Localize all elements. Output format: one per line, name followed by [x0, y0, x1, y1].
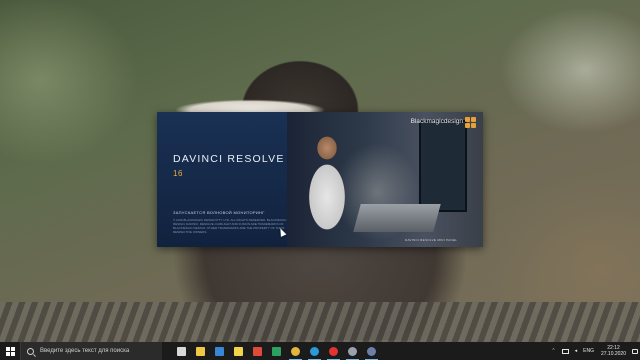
- splash-photo-console: [353, 204, 441, 232]
- wallpaper-rope: [0, 302, 640, 342]
- splash-photo-person: [307, 132, 347, 232]
- taskbar-search-input[interactable]: Введите здесь текст для поиска: [20, 342, 162, 360]
- opera-icon[interactable]: [324, 342, 343, 360]
- loading-status: ЗАПУСКАЕТСЯ ВОЛНОВОЙ МОНИТОРИНГ: [173, 210, 265, 215]
- file-explorer-icon[interactable]: [191, 342, 210, 360]
- steam-icon[interactable]: [343, 342, 362, 360]
- opera-icon-glyph: [329, 346, 338, 356]
- davinci-resolve-icon-glyph: [367, 346, 376, 356]
- sheets-icon[interactable]: [267, 342, 286, 360]
- taskbar-apps: [172, 342, 381, 360]
- gmail-icon-glyph: [253, 346, 262, 356]
- sticky-notes-icon[interactable]: [229, 342, 248, 360]
- skype-icon-glyph: [310, 346, 319, 356]
- app-version: 16: [173, 169, 183, 178]
- gmail-icon[interactable]: [248, 342, 267, 360]
- davinci-resolve-splash: DAVINCI RESOLVE 16 ЗАПУСКАЕТСЯ ВОЛНОВОЙ …: [157, 112, 483, 247]
- search-placeholder: Введите здесь текст для поиска: [40, 348, 130, 354]
- search-icon: [27, 347, 34, 355]
- language-indicator[interactable]: ENG: [580, 342, 597, 360]
- sticky-notes-icon-glyph: [234, 346, 243, 356]
- tray-volume-icon[interactable]: ◂: [572, 342, 581, 360]
- clock-date: 27.10.2020: [600, 351, 626, 357]
- sheets-icon-glyph: [272, 346, 281, 356]
- file-explorer-icon-glyph: [196, 346, 205, 356]
- windows-logo-icon: [5, 346, 15, 356]
- task-view-icon-glyph: [177, 346, 186, 356]
- chrome-icon[interactable]: [286, 342, 305, 360]
- steam-icon-glyph: [348, 346, 357, 356]
- tray-chevron-up-icon[interactable]: ⌃: [548, 342, 558, 360]
- photo-caption: DAVINCI RESOLVE MINI PANEL: [405, 238, 458, 242]
- skype-icon[interactable]: [305, 342, 324, 360]
- splash-photo-monitor: [419, 120, 467, 212]
- tray-clock[interactable]: 22:12 27.10.2020: [597, 345, 630, 357]
- brand-name: Blackmagicdesign: [410, 118, 463, 125]
- tray-display-icon[interactable]: [559, 342, 572, 360]
- brand-logo-icon: [465, 117, 479, 128]
- chrome-icon-glyph: [291, 346, 300, 356]
- calendar-icon-glyph: [215, 346, 224, 356]
- app-title: DAVINCI RESOLVE: [173, 153, 285, 165]
- start-button[interactable]: [0, 342, 20, 360]
- notifications-icon[interactable]: [630, 342, 640, 360]
- system-tray: ⌃ ◂ ENG 22:12 27.10.2020: [548, 342, 640, 360]
- legal-text: © 2019 BLACKMAGIC DESIGN PTY. LTD. ALL R…: [173, 218, 287, 234]
- taskbar: Введите здесь текст для поиска ⌃ ◂ ENG 2…: [0, 342, 640, 360]
- task-view-icon[interactable]: [172, 342, 191, 360]
- calendar-icon[interactable]: [210, 342, 229, 360]
- davinci-resolve-icon[interactable]: [362, 342, 381, 360]
